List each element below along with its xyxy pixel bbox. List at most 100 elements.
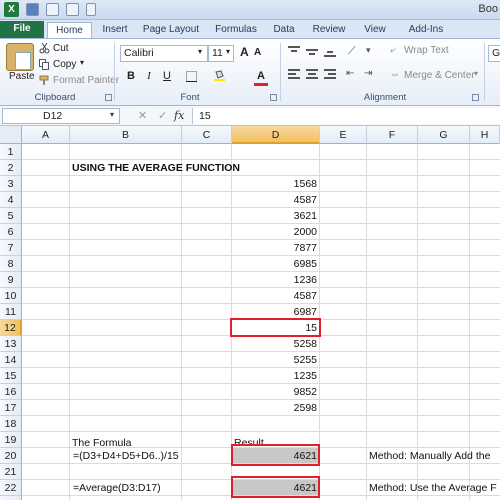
tab-add-ins[interactable]: Add-Ins xyxy=(402,22,450,38)
font-name-select[interactable]: Calibri xyxy=(120,45,208,62)
row-header-2[interactable]: 2 xyxy=(0,160,22,176)
middle-align-icon[interactable] xyxy=(306,46,318,58)
wrap-text-button[interactable]: Wrap Text xyxy=(404,45,449,56)
insert-function-button[interactable]: fx xyxy=(174,109,184,122)
increase-indent-icon[interactable]: ⇥ xyxy=(364,68,372,79)
value-cell[interactable]: 4587 xyxy=(232,192,320,208)
alignment-launcher-icon[interactable] xyxy=(472,94,479,101)
format-painter-icon[interactable] xyxy=(39,75,50,86)
format-painter-button[interactable]: Format Painter xyxy=(53,75,119,86)
tab-formulas[interactable]: Formulas xyxy=(209,22,263,38)
row-header-15[interactable]: 15 xyxy=(0,368,22,384)
save-icon[interactable] xyxy=(26,3,39,16)
column-header-h[interactable]: H xyxy=(470,126,500,144)
copy-dropdown-icon[interactable]: ▾ xyxy=(80,58,84,67)
row-header-17[interactable]: 17 xyxy=(0,400,22,416)
align-right-icon[interactable] xyxy=(324,69,336,81)
merge-center-icon[interactable]: ⇔ xyxy=(390,69,400,80)
borders-icon[interactable] xyxy=(186,71,197,82)
tab-view[interactable]: View xyxy=(357,22,393,38)
row-header-19[interactable]: 19 xyxy=(0,432,22,448)
font-launcher-icon[interactable] xyxy=(270,94,277,101)
row-header-16[interactable]: 16 xyxy=(0,384,22,400)
formula-manual[interactable]: =(D3+D4+D5+D6..)/15 xyxy=(70,448,179,464)
column-header-e[interactable]: E xyxy=(320,126,367,144)
value-cell[interactable]: 5255 xyxy=(232,352,320,368)
row-header-13[interactable]: 13 xyxy=(0,336,22,352)
tab-file[interactable]: File xyxy=(0,21,44,38)
tab-page-layout[interactable]: Page Layout xyxy=(138,22,204,38)
customize-toolbar-icon[interactable] xyxy=(86,3,96,16)
column-header-f[interactable]: F xyxy=(367,126,418,144)
align-left-icon[interactable] xyxy=(288,69,300,81)
paste-button[interactable]: Paste xyxy=(9,71,35,82)
formula-input[interactable]: 15 xyxy=(192,108,500,124)
copy-icon[interactable] xyxy=(39,59,50,70)
row-header-3[interactable]: 3 xyxy=(0,176,22,192)
top-align-icon[interactable] xyxy=(288,46,300,58)
redo-icon[interactable] xyxy=(66,3,79,16)
value-cell[interactable]: 7877 xyxy=(232,240,320,256)
sheet-title[interactable]: USING THE AVERAGE FUNCTION xyxy=(70,160,240,176)
font-size-select[interactable]: 11 xyxy=(208,45,234,62)
bottom-align-icon[interactable] xyxy=(324,46,336,58)
wrap-text-icon[interactable]: ⤶ xyxy=(390,45,396,56)
tab-review[interactable]: Review xyxy=(307,22,351,38)
value-cell[interactable]: 9852 xyxy=(232,384,320,400)
row-header-21[interactable]: 21 xyxy=(0,464,22,480)
tab-home[interactable]: Home xyxy=(47,22,92,38)
column-header-d[interactable]: D xyxy=(232,126,320,144)
row-header-9[interactable]: 9 xyxy=(0,272,22,288)
value-cell[interactable]: 5258 xyxy=(232,336,320,352)
row-header-7[interactable]: 7 xyxy=(0,240,22,256)
underline-button[interactable]: U xyxy=(160,68,174,84)
worksheet-grid[interactable]: A B C D E F G H 1 2 3 4 5 6 7 8 9 10 11 12 13 14 15 16 17 18 19 20 2… xyxy=(0,126,500,500)
method-average[interactable]: Method: Use the Average F xyxy=(367,480,497,496)
value-cell[interactable]: 1236 xyxy=(232,272,320,288)
value-cell[interactable]: 6985 xyxy=(232,256,320,272)
shrink-font-icon[interactable]: A xyxy=(254,47,261,58)
value-cell[interactable]: 3621 xyxy=(232,208,320,224)
cancel-icon[interactable]: ✕ xyxy=(138,109,147,122)
enter-icon[interactable]: ✓ xyxy=(158,109,167,122)
decrease-indent-icon[interactable]: ⇤ xyxy=(346,68,354,79)
row-header-4[interactable]: 4 xyxy=(0,192,22,208)
column-header-a[interactable]: A xyxy=(22,126,70,144)
row-header-14[interactable]: 14 xyxy=(0,352,22,368)
cut-button[interactable]: Cut xyxy=(53,43,69,54)
font-size-dropdown-icon[interactable]: ▾ xyxy=(226,47,230,56)
scissors-icon[interactable] xyxy=(39,43,50,54)
value-cell[interactable]: 2598 xyxy=(232,400,320,416)
row-header-23[interactable]: 23 xyxy=(0,496,22,500)
tab-data[interactable]: Data xyxy=(267,22,301,38)
row-header-1[interactable]: 1 xyxy=(0,144,22,160)
orientation-icon[interactable]: ⟋ xyxy=(348,45,356,58)
copy-button[interactable]: Copy xyxy=(53,59,76,70)
row-header-18[interactable]: 18 xyxy=(0,416,22,432)
italic-button[interactable]: I xyxy=(142,68,156,84)
undo-icon[interactable] xyxy=(46,3,59,16)
orientation-dropdown-icon[interactable]: ▾ xyxy=(366,45,371,56)
excel-logo-icon[interactable]: X xyxy=(4,2,19,17)
align-center-icon[interactable] xyxy=(306,69,318,81)
column-header-g[interactable]: G xyxy=(418,126,470,144)
row-header-8[interactable]: 8 xyxy=(0,256,22,272)
merge-dropdown-icon[interactable]: ▾ xyxy=(474,69,478,78)
bold-button[interactable]: B xyxy=(124,68,138,84)
name-box-dropdown-icon[interactable]: ▾ xyxy=(110,110,114,119)
number-format-select[interactable]: Ge xyxy=(488,45,500,62)
font-color-button[interactable]: A xyxy=(254,68,268,84)
merge-center-button[interactable]: Merge & Center xyxy=(404,70,475,81)
value-cell[interactable]: 1568 xyxy=(232,176,320,192)
value-cell[interactable]: 1235 xyxy=(232,368,320,384)
row-header-6[interactable]: 6 xyxy=(0,224,22,240)
paste-icon[interactable] xyxy=(6,43,34,71)
row-header-12[interactable]: 12 xyxy=(0,320,22,336)
font-name-dropdown-icon[interactable]: ▾ xyxy=(198,47,202,56)
row-header-5[interactable]: 5 xyxy=(0,208,22,224)
row-header-20[interactable]: 20 xyxy=(0,448,22,464)
tab-insert[interactable]: Insert xyxy=(95,22,135,38)
method-manual[interactable]: Method: Manually Add the xyxy=(367,448,490,464)
value-cell[interactable]: 2000 xyxy=(232,224,320,240)
column-header-c[interactable]: C xyxy=(182,126,232,144)
